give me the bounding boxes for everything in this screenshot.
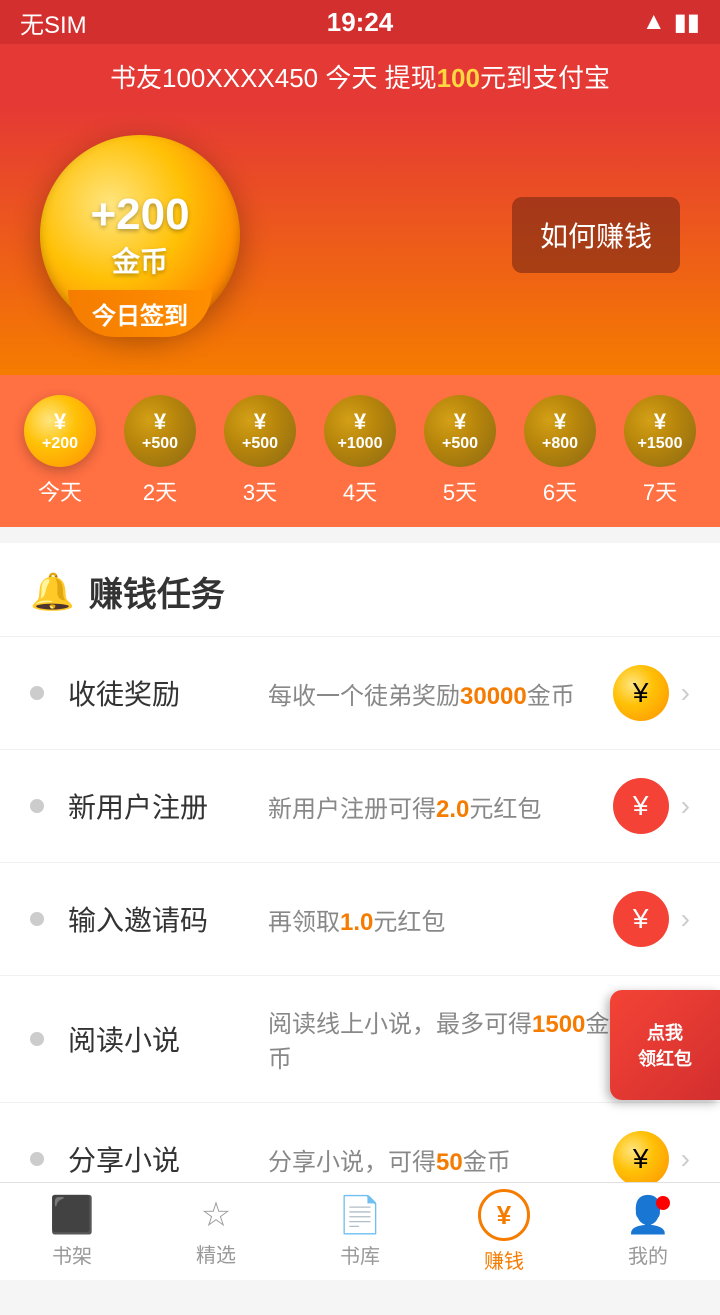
featured-icon: ☆ [201,1195,231,1235]
streak-section: ¥ +200 今天 ¥ +500 2天 ¥ +500 3天 ¥ +1000 [0,375,720,527]
task-description: 新用户注册可得2.0元红包 [268,789,613,824]
wifi-icon: ▲ [642,8,666,36]
task-description: 分享小说，可得50金币 [268,1142,613,1177]
streak-coin: ¥ +800 [524,395,596,467]
how-to-earn-button[interactable]: 如何赚钱 [512,197,680,273]
chevron-right-icon: › [681,790,690,822]
task-dot [30,912,44,926]
tasks-title: 赚钱任务 [89,567,225,616]
task-name: 收徒奖励 [68,673,268,713]
nav-label-library: 书库 [340,1240,380,1269]
chevron-right-icon: › [681,1143,690,1175]
streak-day-item: ¥ +1000 4天 [324,395,396,507]
task-red-icon: ¥ [613,778,669,834]
streak-day-label: 今天 [38,475,82,507]
coin-visual: +200 金币 今日签到 [40,135,240,335]
task-coin-icon: ¥ [613,1131,669,1187]
coin-container: +200 金币 今日签到 [40,135,240,335]
streak-day-item: ¥ +500 2天 [124,395,196,507]
carrier-text: 无SIM [20,5,87,40]
task-name: 分享小说 [68,1139,268,1179]
streak-day-item: ¥ +500 5天 [424,395,496,507]
task-red-icon: ¥ [613,891,669,947]
streak-day-item: ¥ +800 6天 [524,395,596,507]
nav-item-earn[interactable]: ¥ 赚钱 [432,1189,576,1274]
chevron-right-icon: › [681,903,690,935]
battery-icon: ▮▮ [674,8,700,37]
banner-text: 书友100XXXX450 今天 提现100元到支付宝 [110,63,610,93]
nav-item-bookshelf[interactable]: ⬛ 书架 [0,1194,144,1269]
streak-coin: ¥ +500 [424,395,496,467]
task-dot [30,799,44,813]
earn-icon: ¥ [478,1189,530,1241]
chevron-right-icon: › [681,677,690,709]
notification-banner: 书友100XXXX450 今天 提现100元到支付宝 [0,44,720,105]
library-icon: 📄 [338,1194,383,1236]
task-name: 新用户注册 [68,786,268,826]
streak-day-item: ¥ +200 今天 [24,395,96,507]
task-dot [30,1032,44,1046]
float-line1: 点我 [647,1019,683,1045]
nav-label-bookshelf: 书架 [52,1240,92,1269]
streak-day-label: 7天 [643,475,677,507]
tasks-list: 收徒奖励 每收一个徒弟奖励30000金币 ¥ › 新用户注册 新用户注册可得2.… [0,636,720,1215]
task-dot [30,686,44,700]
task-description: 再领取1.0元红包 [268,902,613,937]
streak-day-item: ¥ +1500 7天 [624,395,696,507]
streak-day-label: 2天 [143,475,177,507]
task-description: 每收一个徒弟奖励30000金币 [268,676,613,711]
tasks-header: 🔔 赚钱任务 [0,543,720,636]
task-name: 输入邀请码 [68,899,268,939]
nav-item-library[interactable]: 📄 书库 [288,1194,432,1269]
tasks-section: 🔔 赚钱任务 收徒奖励 每收一个徒弟奖励30000金币 ¥ › 新用户注册 新用… [0,543,720,1215]
status-bar: 无SIM 19:24 ▲ ▮▮ [0,0,720,44]
streak-coin: ¥ +1000 [324,395,396,467]
streak-day-label: 3天 [243,475,277,507]
bell-icon: 🔔 [30,571,75,613]
nav-label-featured: 精选 [196,1239,236,1268]
task-description: 阅读线上小说，最多可得1500金币 [268,1004,613,1074]
streak-coin: ¥ +500 [124,395,196,467]
task-list-item[interactable]: 收徒奖励 每收一个徒弟奖励30000金币 ¥ › [0,636,720,749]
notification-dot [656,1196,670,1210]
floating-redpacket-button[interactable]: 点我 领红包 [610,990,720,1100]
bookshelf-icon: ⬛ [50,1194,95,1236]
streak-day-label: 6天 [543,475,577,507]
streak-day-label: 5天 [443,475,477,507]
nav-item-mine[interactable]: 👤 我的 [576,1194,720,1269]
float-line2: 领红包 [638,1045,692,1071]
streak-coin: ¥ +200 [24,395,96,467]
time-text: 19:24 [327,7,394,38]
coin-unit: 金币 [112,240,168,280]
task-name: 阅读小说 [68,1019,268,1059]
status-icons: ▲ ▮▮ [642,8,700,37]
checkin-label: 今日签到 [68,290,212,337]
streak-day-label: 4天 [343,475,377,507]
hero-section: +200 金币 今日签到 如何赚钱 [0,105,720,375]
coin-amount: +200 [90,190,189,240]
task-list-item[interactable]: 输入邀请码 再领取1.0元红包 ¥ › [0,862,720,975]
task-dot [30,1152,44,1166]
bottom-navigation: ⬛ 书架 ☆ 精选 📄 书库 ¥ 赚钱 👤 我的 [0,1182,720,1280]
streak-coin: ¥ +500 [224,395,296,467]
streak-day-item: ¥ +500 3天 [224,395,296,507]
streak-coin: ¥ +1500 [624,395,696,467]
task-coin-icon: ¥ [613,665,669,721]
nav-item-featured[interactable]: ☆ 精选 [144,1195,288,1268]
task-list-item[interactable]: 新用户注册 新用户注册可得2.0元红包 ¥ › [0,749,720,862]
nav-label-earn: 赚钱 [484,1245,524,1274]
nav-label-mine: 我的 [628,1240,668,1269]
